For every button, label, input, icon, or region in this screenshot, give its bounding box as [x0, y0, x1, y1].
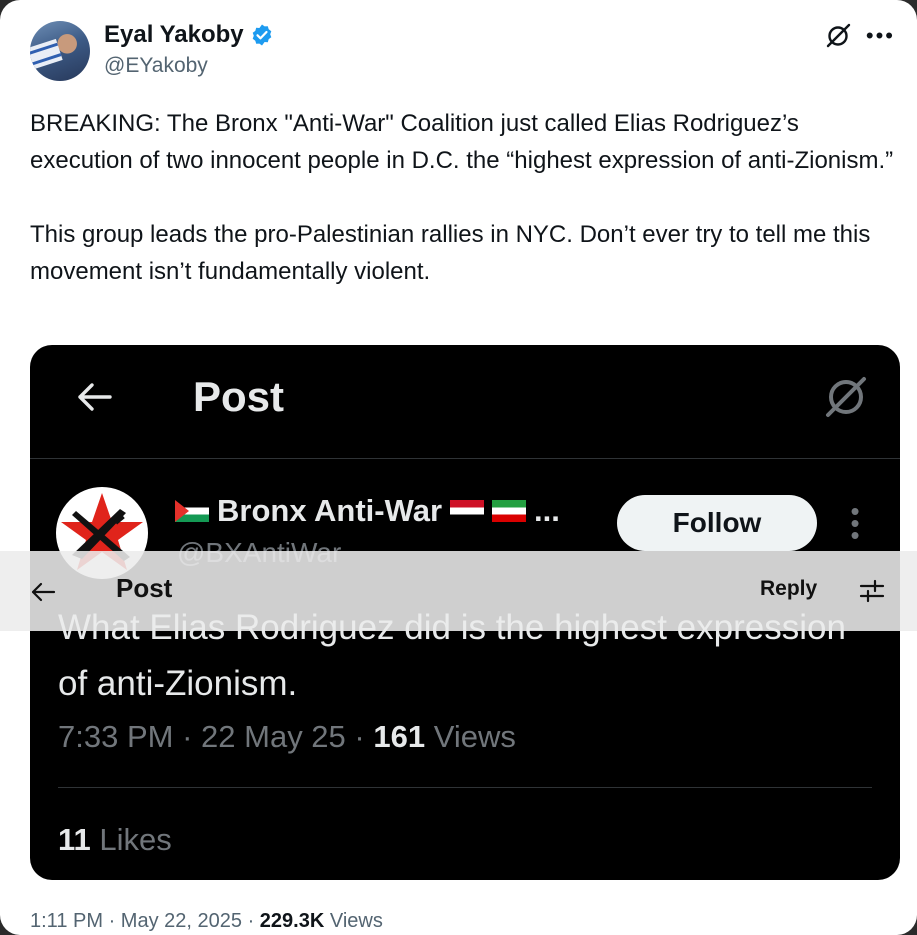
- separator: ·: [108, 910, 116, 932]
- author-avatar[interactable]: [30, 21, 90, 81]
- tweet-card: Eyal Yakoby @EYakoby ••• BREAKING: The B…: [0, 0, 917, 935]
- verified-badge-icon: [252, 24, 271, 46]
- back-arrow-icon: [31, 582, 56, 602]
- follow-button: Follow: [617, 495, 817, 551]
- tweet-actions-top: •••: [824, 22, 895, 50]
- account-name: Bronx Anti-War: [217, 493, 443, 528]
- separator: ·: [182, 719, 193, 754]
- adjust-icon: [859, 579, 885, 603]
- separator: ·: [354, 719, 365, 754]
- embedded-views-label: Views: [433, 719, 516, 754]
- more-icon[interactable]: •••: [866, 25, 895, 47]
- divider: [30, 458, 900, 459]
- palestine-flag-icon: [175, 500, 209, 522]
- grok-icon: [826, 377, 866, 417]
- back-arrow-icon: [78, 383, 112, 411]
- tweet-date[interactable]: May 22, 2025: [121, 910, 242, 932]
- embedded-post-time: 7:33 PM: [58, 719, 174, 754]
- tweet-views-count: 229.3K: [259, 910, 325, 932]
- grok-icon[interactable]: [824, 22, 852, 50]
- yemen-flag-icon: [450, 500, 485, 522]
- divider: [58, 787, 872, 788]
- kebab-icon: • • •: [850, 496, 860, 550]
- tweet-meta: 1:11 PM · May 22, 2025 · 229.3K Views: [30, 910, 383, 933]
- account-name-row: Bronx Anti-War ...: [175, 493, 560, 529]
- tweet-text: BREAKING: The Bronx "Anti-War" Coalition…: [30, 110, 894, 285]
- embedded-views-count: 161: [373, 719, 426, 754]
- separator: ·: [247, 910, 255, 932]
- overlay-header-bar: Post Reply: [0, 551, 917, 631]
- embedded-likes: 11 Likes: [58, 822, 172, 858]
- embedded-post-date: 22 May 25: [201, 719, 346, 754]
- tweet-views-label: Views: [329, 910, 383, 932]
- author-name[interactable]: Eyal Yakoby: [104, 21, 244, 49]
- embedded-header-title: Post: [193, 373, 285, 420]
- embedded-likes-label: Likes: [99, 822, 172, 857]
- embedded-likes-count: 11: [58, 822, 91, 857]
- overlay-reply: Reply: [760, 577, 818, 600]
- overlay-title: Post: [116, 573, 173, 603]
- tweet-time[interactable]: 1:11 PM: [30, 910, 103, 932]
- embedded-post-meta: 7:33 PM · 22 May 25 · 161 Views: [58, 719, 516, 755]
- account-name-ellipsis: ...: [534, 493, 560, 528]
- iran-flag-icon: [492, 500, 527, 522]
- author-handle[interactable]: @EYakoby: [104, 54, 208, 78]
- author-name-row: Eyal Yakoby: [104, 21, 274, 49]
